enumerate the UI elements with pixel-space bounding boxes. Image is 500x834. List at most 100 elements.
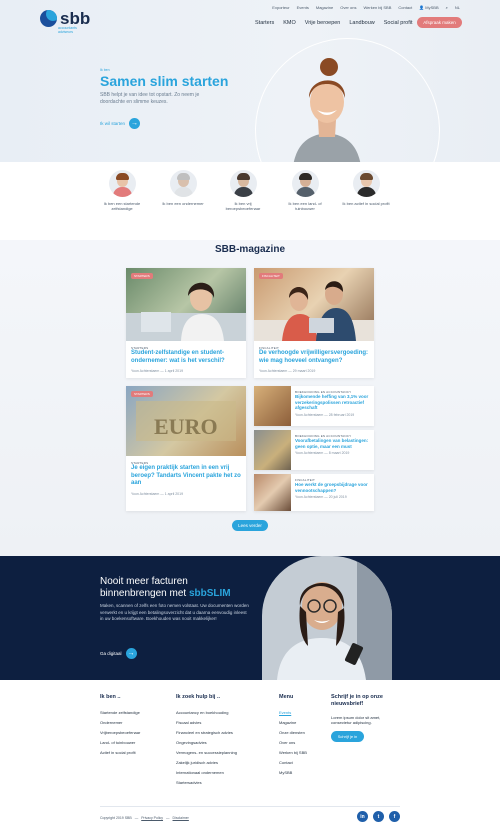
article-meta: Yoon Achterstaem — 28 februari 2019	[295, 412, 355, 417]
article-author: Yoon Achterstaem	[295, 451, 324, 455]
footer-newsletter: Schrijf je in op onze nieuwsbrief! Lorem…	[331, 694, 401, 742]
twitter-icon[interactable]: t	[373, 811, 384, 822]
footer-link[interactable]: Vrijberoepsbeoefenaar	[100, 728, 140, 738]
article-thumbnail	[254, 474, 291, 511]
article-title: De verhoogde vrijwilligersvergoeding: wi…	[259, 350, 369, 364]
footer-col-menu: Menu Events Magazine Onze diensten Over …	[279, 694, 307, 778]
footer-link[interactable]: Onze diensten	[279, 728, 307, 738]
footer-link[interactable]: Actief in social profit	[100, 748, 140, 758]
topnav-mysbb[interactable]: 👤 MySBB	[419, 5, 438, 10]
linkedin-icon[interactable]: in	[357, 811, 368, 822]
article-card-small[interactable]: Fiscaliteit Hoe werkt de groepsbijdrage …	[254, 474, 374, 511]
newsletter-subscribe-button[interactable]: Schrijf je in	[331, 731, 364, 742]
profile-startende-zelfstandige[interactable]: Ik ben een startende zelfstandige	[97, 170, 147, 211]
logo-mark-icon	[40, 10, 57, 27]
topnav-exporteur[interactable]: Exporteur	[272, 5, 289, 10]
banner-woman-photo	[262, 556, 392, 680]
article-title: Hoe werkt de groepsbijdrage voor vennoot…	[295, 482, 368, 493]
facebook-icon[interactable]: f	[389, 811, 400, 822]
topnav-magazine[interactable]: Magazine	[316, 5, 333, 10]
sbbslim-banner: Nooit meer facturen binnenbrengen met sb…	[0, 556, 500, 680]
topnav-werken-bij[interactable]: Werken bij SBB	[363, 5, 391, 10]
article-author: Yoon Achterstaem	[295, 412, 324, 417]
article-image: STARTERS	[126, 268, 246, 341]
article-badge: STARTERS	[131, 273, 153, 279]
hero-section: sbb accountants adviseurs Exporteur Even…	[0, 0, 500, 175]
sbb-logo[interactable]: sbb	[40, 10, 90, 27]
banner-title: Nooit meer facturen binnenbrengen met sb…	[100, 576, 270, 600]
article-author: Yoon Achterstaem	[259, 369, 288, 373]
article-date: 20 juli 2019	[328, 495, 347, 499]
article-date: 28 februari 2019	[328, 412, 355, 417]
profile-label: Ik ben een startende zelfstandige	[103, 201, 141, 211]
nav-kmo[interactable]: KMO	[283, 20, 296, 26]
search-icon[interactable]: ⌕	[446, 5, 448, 10]
logo-text: sbb	[60, 9, 91, 28]
footer-link[interactable]: Financieel en strategisch advies	[176, 728, 237, 738]
article-image: FISCALITEIT	[254, 268, 374, 341]
appointment-button[interactable]: Afspraak maken	[417, 17, 462, 28]
read-more-button[interactable]: Lees verder	[232, 520, 268, 531]
footer-link[interactable]: Over ons	[279, 738, 307, 748]
footer-link[interactable]: Land- of tuinbouwer	[100, 738, 140, 748]
footer-link[interactable]: Startersadvies	[176, 778, 237, 788]
site-footer: Ik ben .. Startende zelfstandige Onderne…	[0, 680, 500, 834]
avatar	[291, 170, 319, 197]
footer-link[interactable]: MySBB	[279, 768, 307, 778]
logo-subline: accountants adviseurs	[58, 26, 77, 34]
privacy-link[interactable]: Privacy Policy	[141, 816, 163, 820]
footer-link[interactable]: Werken bij SBB	[279, 748, 307, 758]
article-badge: FISCALITEIT	[259, 273, 283, 279]
footer-link[interactable]: Vermogens- en successieplanning	[176, 748, 237, 758]
article-meta: Yoon Achterstaem — 20 juli 2019	[295, 495, 347, 499]
profile-label: Ik ben vrij beroepsbeoefenaar	[225, 201, 261, 211]
profile-ondernemer[interactable]: Ik ben een ondernemer	[158, 170, 208, 206]
magazine-section: SBB-magazine STARTERS Starters Student-z…	[0, 240, 500, 556]
article-card[interactable]: FISCALITEIT Fiscaliteit De verhoogde vri…	[254, 268, 374, 378]
topnav-mysbb-label: MySBB	[425, 5, 439, 10]
topnav-over-ons[interactable]: Over ons	[340, 5, 356, 10]
magazine-title: SBB-magazine	[214, 244, 285, 255]
profile-label: Ik ben een ondernemer	[162, 201, 204, 206]
article-card-small[interactable]: Boekhouding en accountancy Voorafbetalin…	[254, 430, 374, 470]
footer-link[interactable]: Zakelijk juridisch advies	[176, 758, 237, 768]
nav-vrije-beroepen[interactable]: Vrije beroepen	[305, 20, 341, 26]
footer-link[interactable]: Startende zelfstandige	[100, 708, 140, 718]
article-title: Voorafbetalingen van belastingen: geen o…	[295, 438, 369, 449]
hero-tag: Ik ben	[100, 68, 110, 72]
hero-title: Samen slim starten	[100, 73, 229, 89]
start-link[interactable]: Ik wil starten →	[100, 118, 141, 129]
footer-heading: Ik zoek hulp bij ..	[176, 694, 221, 700]
footer-link[interactable]: Accountancy en boekhouding	[176, 708, 237, 718]
article-card[interactable]: EURO STARTERS Starters Je eigen praktijk…	[126, 386, 246, 511]
article-meta: Yoon Achterstaem — 1 april 2019	[131, 491, 184, 496]
topnav-contact[interactable]: Contact	[398, 5, 412, 10]
profile-selector: Ik ben een startende zelfstandige Ik ben…	[0, 162, 500, 240]
topnav-events[interactable]: Events	[297, 5, 309, 10]
article-card-small[interactable]: Boekhouding en accountancy Bijkomende he…	[254, 386, 374, 426]
article-title: Bijkomende heffing van 3,1% voor verzeke…	[295, 394, 369, 410]
newsletter-heading: Schrijf je in op onze nieuwsbrief!	[331, 694, 383, 707]
avatar	[108, 170, 136, 197]
language-selector[interactable]: NL	[455, 5, 460, 10]
profile-land-tuinbouwer[interactable]: Ik ben een land- of tuinbouwer	[280, 170, 330, 211]
footer-link[interactable]: Ondernemer	[100, 718, 140, 728]
disclaimer-link[interactable]: Disclaimer	[173, 816, 189, 820]
article-thumbnail	[254, 386, 291, 426]
go-digital-link[interactable]: Ga digitaal →	[100, 648, 137, 659]
footer-link[interactable]: Magazine	[279, 718, 307, 728]
article-card[interactable]: STARTERS Starters Student-zelfstandige e…	[126, 268, 246, 378]
article-meta: Yoon Achterstaem — 29 maart 2019	[259, 369, 316, 373]
footer-link[interactable]: Ongevingsadvies	[176, 738, 237, 748]
footer-link-events[interactable]: Events	[279, 708, 307, 718]
article-date: 8 maart 2019	[328, 451, 350, 455]
profile-social-profit[interactable]: Ik ben actief in social profit	[341, 170, 391, 206]
footer-link[interactable]: Fiscaal advies	[176, 718, 237, 728]
profile-vrij-beroep[interactable]: Ik ben vrij beroepsbeoefenaar	[218, 170, 268, 211]
article-author: Yoon Achterstaem	[131, 369, 160, 373]
nav-landbouw[interactable]: Landbouw	[349, 20, 374, 26]
footer-link[interactable]: Contact	[279, 758, 307, 768]
footer-link[interactable]: Internationaal ondernemen	[176, 768, 237, 778]
nav-social-profit[interactable]: Social profit	[384, 20, 413, 26]
nav-starters[interactable]: Starters	[255, 20, 274, 26]
